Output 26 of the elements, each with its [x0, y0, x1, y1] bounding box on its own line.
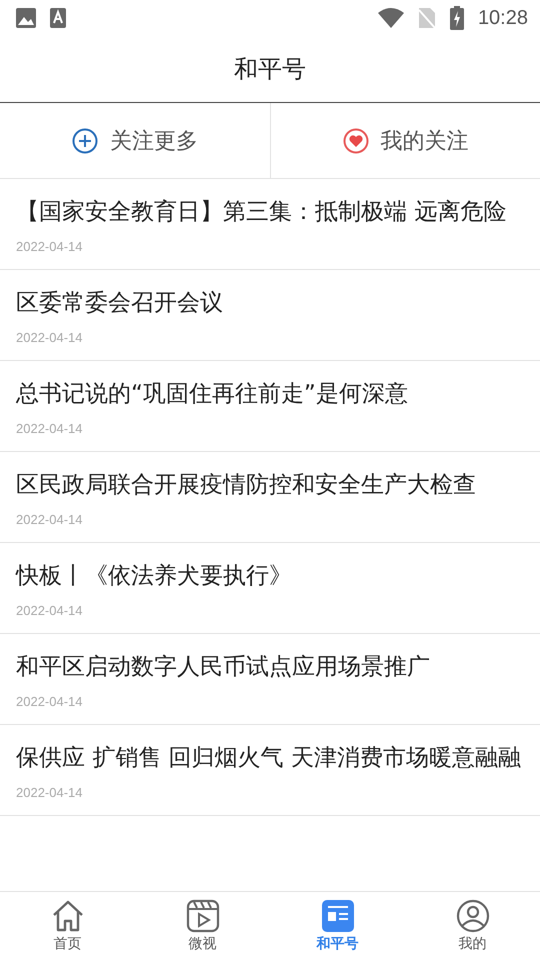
article-date: 2022-04-14 — [16, 512, 84, 528]
article-title[interactable]: 区民政局联合开展疫情防控和安全生产大检查 — [16, 472, 524, 498]
font-icon — [50, 8, 66, 28]
add-icon — [72, 128, 98, 154]
home-icon — [50, 899, 84, 933]
article-title[interactable]: 快板丨《依法养犬要执行》 — [16, 563, 524, 589]
article-date: 2022-04-14 — [16, 603, 84, 619]
article-date: 2022-04-14 — [16, 239, 84, 255]
no-sim-icon — [418, 7, 436, 29]
article-date: 2022-04-14 — [16, 694, 84, 710]
article-title[interactable]: 和平区启动数字人民币试点应用场景推广 — [16, 654, 524, 680]
article-title[interactable]: 总书记说的“巩固住再往前走”是何深意 — [16, 381, 524, 407]
image-icon — [16, 8, 36, 28]
article-title[interactable]: 区委常委会召开会议 — [16, 290, 524, 316]
article-title[interactable]: 【国家安全教育日】第三集：抵制极端 远离危险 — [16, 199, 524, 225]
article-date: 2022-04-14 — [16, 421, 84, 437]
status-time: 10:28 — [478, 6, 528, 30]
page-title: 和平号 — [234, 54, 306, 85]
article-date: 2022-04-14 — [16, 330, 84, 346]
article-title[interactable]: 保供应 扩销售 回归烟火气 天津消费市场暖意融融 — [16, 745, 524, 771]
wifi-icon — [378, 8, 404, 28]
profile-icon — [456, 899, 490, 933]
video-icon — [186, 899, 220, 933]
article-date: 2022-04-14 — [16, 785, 84, 801]
battery-icon — [450, 6, 464, 30]
news-icon — [320, 899, 354, 933]
